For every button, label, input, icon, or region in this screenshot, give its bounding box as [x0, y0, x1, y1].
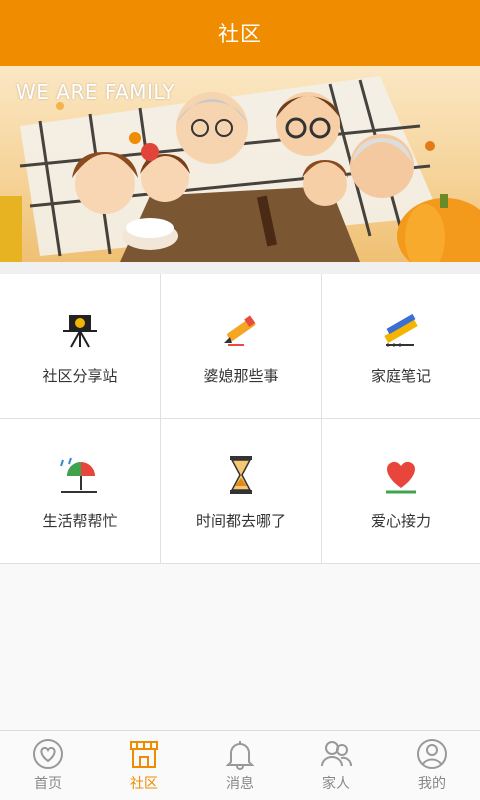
- bell-icon: [225, 741, 255, 770]
- projector-icon: [63, 314, 97, 347]
- shop-icon: [130, 741, 158, 768]
- tab-label: 社区: [130, 776, 158, 792]
- grid-item-family-notes[interactable]: 家庭笔记: [322, 274, 480, 419]
- tab-label: 消息: [226, 776, 254, 792]
- heart-icon: [386, 461, 416, 493]
- grid-item-label: 时间都去哪了: [195, 511, 286, 530]
- bottom-tab-bar: 首页 社区 消息 家人 我的: [0, 730, 480, 800]
- tab-community[interactable]: 社区: [96, 731, 192, 800]
- grid-item-life-help[interactable]: 生活帮帮忙: [0, 419, 161, 564]
- ruler-pen-icon: [384, 313, 418, 347]
- banner-slogan: WE ARE FAMILY: [16, 80, 176, 104]
- section-divider: [0, 262, 480, 274]
- empty-area: [0, 564, 480, 730]
- community-grid: 社区分享站 婆媳那些事 家庭笔记 生活帮帮忙 时间都去哪了 爱心接力: [0, 274, 480, 564]
- page-title: 社区: [218, 22, 262, 46]
- grid-item-label: 爱心接力: [370, 511, 431, 530]
- banner[interactable]: WE ARE FAMILY: [0, 66, 480, 262]
- app-header: 社区: [0, 0, 480, 66]
- tab-mine[interactable]: 我的: [384, 731, 480, 800]
- tab-home[interactable]: 首页: [0, 731, 96, 800]
- tab-label: 家人: [322, 776, 350, 792]
- grid-item-love-relay[interactable]: 爱心接力: [322, 419, 480, 564]
- grid-item-label: 家庭笔记: [370, 366, 431, 385]
- tab-label: 我的: [418, 776, 446, 792]
- pencil-icon: [224, 314, 256, 346]
- heart-circle-icon: [33, 739, 63, 769]
- grid-item-share-station[interactable]: 社区分享站: [0, 274, 161, 419]
- tab-messages[interactable]: 消息: [192, 731, 288, 800]
- tab-family[interactable]: 家人: [288, 731, 384, 800]
- grid-item-label: 生活帮帮忙: [42, 511, 118, 530]
- hourglass-icon: [230, 455, 252, 494]
- umbrella-rain-icon: [60, 457, 97, 493]
- user-circle-icon: [417, 739, 447, 769]
- tab-label: 首页: [34, 776, 62, 792]
- grid-item-label: 婆媳那些事: [203, 366, 279, 385]
- grid-item-where-time-went[interactable]: 时间都去哪了: [161, 419, 322, 564]
- grid-item-label: 社区分享站: [42, 366, 118, 385]
- people-icon: [321, 741, 352, 767]
- grid-item-in-laws[interactable]: 婆媳那些事: [161, 274, 322, 419]
